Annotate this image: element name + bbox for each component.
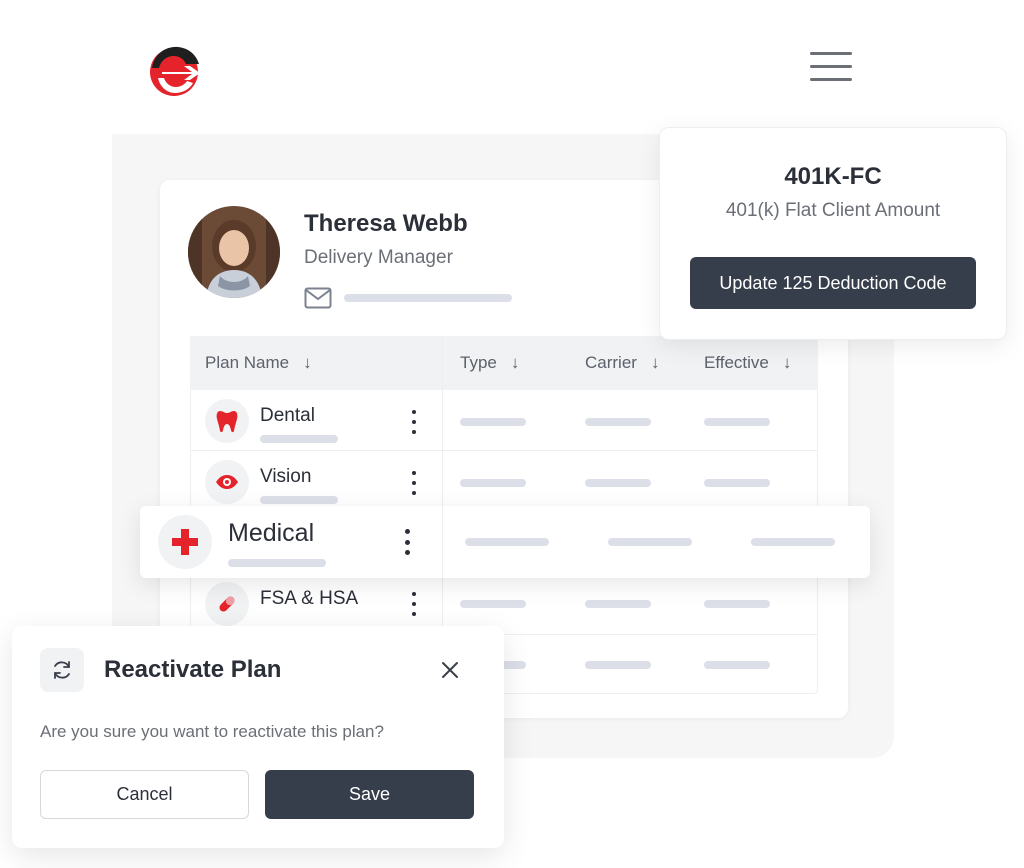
plan-name: Dental [260, 405, 315, 426]
e-logo-icon [150, 46, 200, 96]
close-icon[interactable] [438, 658, 462, 682]
save-button[interactable]: Save [265, 770, 474, 819]
plan-name: FSA & HSA [260, 588, 359, 609]
effective-placeholder [704, 661, 770, 669]
carrier-placeholder [585, 600, 651, 608]
column-header-effective[interactable]: Effective ↓ [704, 353, 791, 373]
hamburger-menu-icon[interactable] [810, 52, 852, 86]
plan-sub-placeholder [260, 435, 338, 443]
column-header-carrier[interactable]: Carrier ↓ [585, 353, 659, 373]
arrow-down-icon[interactable]: ↓ [783, 353, 792, 373]
dialog-title: Reactivate Plan [104, 656, 282, 683]
plan-name: Vision [260, 466, 312, 487]
carrier-placeholder [585, 479, 651, 487]
dialog-message: Are you sure you want to reactivate this… [40, 722, 384, 741]
row-divider [190, 450, 818, 451]
profile-title: Delivery Manager [304, 247, 453, 268]
column-divider [442, 506, 443, 578]
effective-placeholder [751, 538, 835, 546]
type-placeholder [465, 538, 549, 546]
more-options-icon[interactable] [402, 529, 412, 555]
deduction-code: 401K-FC [784, 163, 882, 190]
mail-icon[interactable] [304, 287, 332, 309]
type-placeholder [460, 418, 526, 426]
cancel-button[interactable]: Cancel [40, 770, 249, 819]
tooth-icon [205, 399, 249, 443]
type-placeholder [460, 479, 526, 487]
brand-logo[interactable] [146, 42, 202, 98]
more-options-icon[interactable] [409, 592, 419, 616]
eye-icon [205, 460, 249, 504]
plan-sub-placeholder [260, 496, 338, 504]
profile-name: Theresa Webb [304, 210, 468, 237]
effective-placeholder [704, 600, 770, 608]
carrier-placeholder [585, 661, 651, 669]
plan-sub-placeholder [228, 559, 326, 567]
arrow-down-icon[interactable]: ↓ [303, 353, 312, 373]
pill-icon [205, 582, 249, 626]
arrow-down-icon[interactable]: ↓ [651, 353, 660, 373]
update-deduction-code-button[interactable]: Update 125 Deduction Code [690, 257, 976, 309]
column-header-plan-name[interactable]: Plan Name ↓ [205, 353, 312, 373]
refresh-icon [40, 648, 84, 692]
arrow-down-icon[interactable]: ↓ [511, 353, 520, 373]
plan-name: Medical [228, 519, 315, 547]
effective-placeholder [704, 479, 770, 487]
carrier-placeholder [608, 538, 692, 546]
more-options-icon[interactable] [409, 410, 419, 434]
more-options-icon[interactable] [409, 471, 419, 495]
type-placeholder [460, 600, 526, 608]
column-header-type[interactable]: Type ↓ [460, 353, 519, 373]
medical-cross-icon [158, 515, 212, 569]
email-placeholder [344, 294, 512, 302]
carrier-placeholder [585, 418, 651, 426]
effective-placeholder [704, 418, 770, 426]
avatar [188, 206, 280, 298]
deduction-description: 401(k) Flat Client Amount [725, 200, 941, 221]
